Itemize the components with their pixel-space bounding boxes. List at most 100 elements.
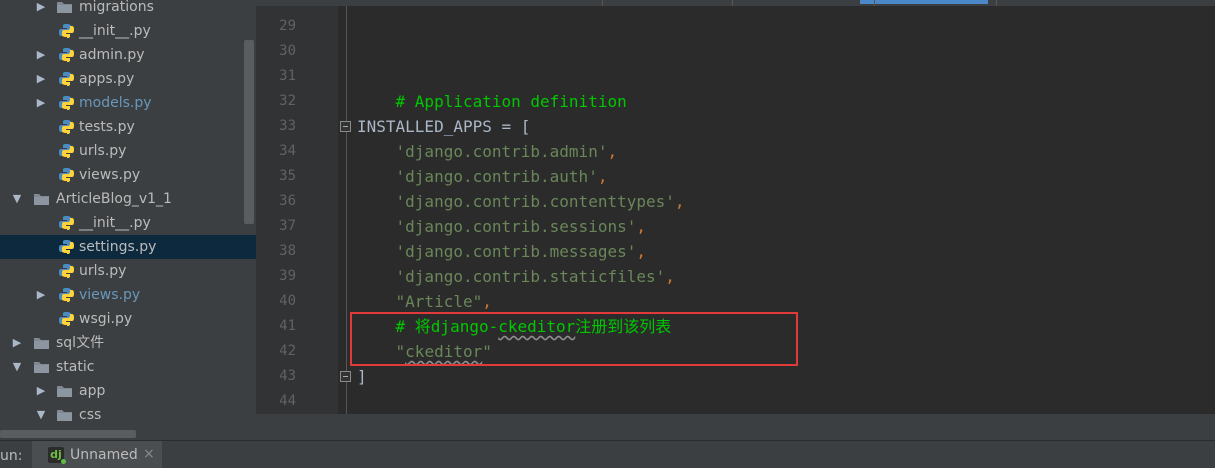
comma-token: ,	[665, 267, 675, 286]
project-tree: ▶ migrations __init__.py ▶ admin.py ▶ apps.py ▶…	[0, 0, 256, 440]
comma-token: ,	[636, 242, 646, 261]
tree-item-urls-py[interactable]: urls.py	[0, 139, 256, 163]
python-file-icon	[58, 119, 75, 135]
tree-item-label: admin.py	[79, 47, 145, 63]
python-file-icon	[58, 95, 75, 111]
tree-item-models-py[interactable]: ▶ models.py	[0, 91, 256, 115]
code-line-40: "Article",	[357, 289, 492, 314]
tree-item-urls-py[interactable]: urls.py	[0, 259, 256, 283]
expand-right-icon[interactable]: ▶	[34, 283, 48, 307]
run-tab-label: Unnamed	[70, 447, 138, 463]
line-number: 38	[279, 243, 296, 259]
code-line-33: INSTALLED_APPS = [	[357, 114, 530, 139]
tree-item-label: css	[79, 407, 102, 423]
active-tab-indicator	[860, 0, 988, 4]
string-token: "Article"	[395, 292, 483, 311]
tree-item-init-py[interactable]: __init__.py	[0, 19, 256, 43]
code-line-36: 'django.contrib.contenttypes',	[357, 189, 685, 214]
folder-icon	[56, 383, 73, 399]
comment-token: # Application definition	[395, 92, 627, 111]
expand-right-icon[interactable]: ▶	[34, 43, 48, 67]
string-token: 'django.contrib.auth'	[395, 167, 598, 186]
tree-item-label: ArticleBlog_v1_1	[56, 191, 172, 207]
close-icon[interactable]: ×	[143, 446, 155, 462]
line-number: 36	[279, 193, 296, 209]
running-indicator-icon	[61, 459, 66, 464]
line-number: 41	[279, 318, 296, 334]
tree-item-tests-py[interactable]: tests.py	[0, 115, 256, 139]
python-file-icon	[58, 287, 75, 303]
line-number: 42	[279, 343, 296, 359]
tree-item-label: apps.py	[79, 71, 135, 87]
tree-item-app[interactable]: ▶ app	[0, 379, 256, 403]
tree-item-init-py[interactable]: __init__.py	[0, 211, 256, 235]
python-file-icon	[58, 23, 75, 39]
folder-icon	[33, 335, 50, 351]
tree-item-label: migrations	[79, 0, 154, 15]
line-number: 33	[279, 118, 296, 134]
tree-item-label: __init__.py	[79, 215, 151, 231]
string-token: 'django.contrib.contenttypes'	[395, 192, 675, 211]
tree-item-label: settings.py	[79, 239, 157, 255]
code-line-38: 'django.contrib.messages',	[357, 239, 646, 264]
fold-marker-close[interactable]	[340, 371, 351, 382]
tree-item-articleblog-v1-1[interactable]: ▼ ArticleBlog_v1_1	[0, 187, 256, 211]
tree-item-label: urls.py	[79, 263, 127, 279]
code-line-39: 'django.contrib.staticfiles',	[357, 264, 675, 289]
bracket-token: ]	[357, 367, 367, 386]
tree-item-views-py[interactable]: views.py	[0, 163, 256, 187]
tree-item-label: views.py	[79, 167, 141, 183]
expand-right-icon[interactable]: ▶	[34, 0, 48, 19]
python-file-icon	[58, 143, 75, 159]
tree-item-migrations[interactable]: ▶ migrations	[0, 0, 256, 19]
expand-right-icon[interactable]: ▶	[34, 91, 48, 115]
fold-marker-open[interactable]	[340, 121, 351, 132]
tree-vertical-scrollbar[interactable]	[244, 40, 254, 224]
tree-item-css[interactable]: ▼ css	[0, 403, 256, 427]
line-number: 31	[279, 68, 296, 84]
tree-item-sql[interactable]: ▶ sql文件	[0, 331, 256, 355]
python-file-icon	[58, 71, 75, 87]
code-line-34: 'django.contrib.admin',	[357, 139, 618, 164]
tree-item-label: sql文件	[56, 335, 105, 351]
tree-horizontal-scrollbar[interactable]	[0, 430, 136, 438]
tree-item-wsgi-py[interactable]: wsgi.py	[0, 307, 256, 331]
gutter-separator	[346, 6, 347, 414]
tree-item-apps-py[interactable]: ▶ apps.py	[0, 67, 256, 91]
tree-item-views-py[interactable]: ▶ views.py	[0, 283, 256, 307]
expand-down-icon[interactable]: ▼	[34, 403, 48, 427]
expand-down-icon[interactable]: ▼	[10, 187, 24, 211]
string-token: 'django.contrib.messages'	[395, 242, 637, 261]
tree-item-label: wsgi.py	[79, 311, 133, 327]
tree-item-label: static	[56, 359, 95, 375]
run-tool-window-bar: un: dj Unnamed ×	[0, 440, 1215, 468]
tree-item-static[interactable]: ▼ static	[0, 355, 256, 379]
run-tab-unnamed[interactable]: dj Unnamed ×	[32, 441, 162, 468]
editor-bottom-bar	[256, 414, 1215, 440]
operator-token: = [	[491, 117, 531, 136]
line-number: 43	[279, 368, 296, 384]
folder-icon	[56, 407, 73, 423]
expand-right-icon[interactable]: ▶	[34, 67, 48, 91]
python-file-icon	[58, 311, 75, 327]
expand-right-icon[interactable]: ▶	[34, 379, 48, 403]
expand-right-icon[interactable]: ▶	[10, 331, 24, 355]
comma-token: ,	[597, 167, 608, 186]
string-token: 'django.contrib.sessions'	[395, 217, 637, 236]
tree-item-label: tests.py	[79, 119, 135, 135]
python-file-icon	[58, 167, 75, 183]
folder-icon	[33, 191, 50, 207]
line-number: 34	[279, 143, 296, 159]
code-line-43: ]	[357, 364, 367, 389]
comma-token: ,	[674, 192, 685, 211]
folder-icon	[33, 359, 50, 375]
line-number: 30	[279, 43, 296, 59]
tree-item-admin-py[interactable]: ▶ admin.py	[0, 43, 256, 67]
comma-token: ,	[607, 142, 618, 161]
tree-item-settings-py[interactable]: settings.py	[0, 235, 256, 259]
string-token: 'django.contrib.staticfiles'	[395, 267, 666, 286]
highlight-annotation-box	[350, 312, 798, 366]
expand-down-icon[interactable]: ▼	[10, 355, 24, 379]
line-number: 40	[279, 293, 296, 309]
tree-item-label: urls.py	[79, 143, 127, 159]
